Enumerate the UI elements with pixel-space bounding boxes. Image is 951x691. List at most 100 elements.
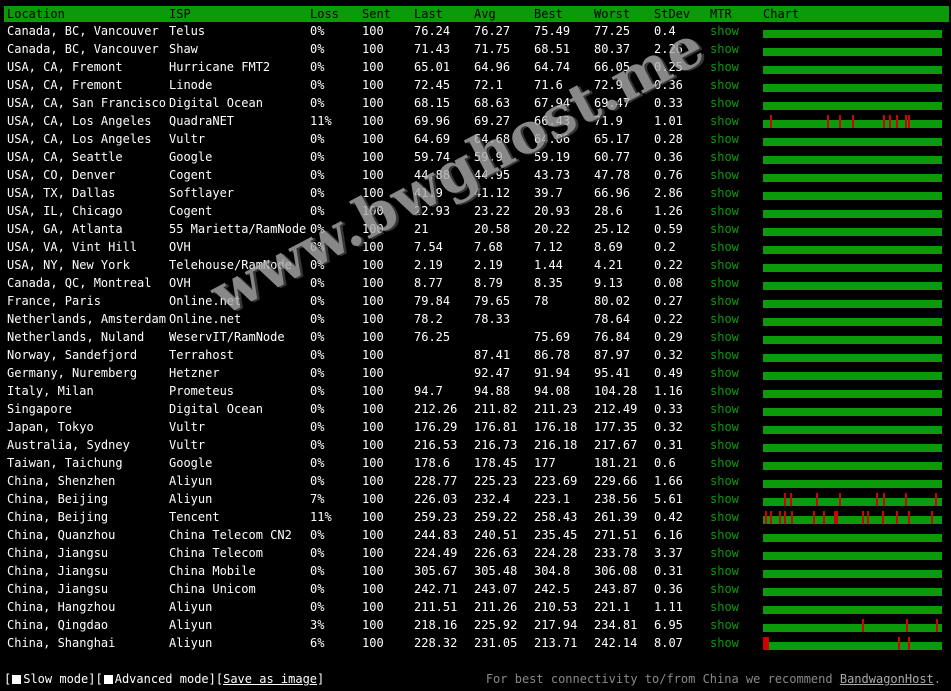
cell-loss: 3%	[310, 618, 325, 632]
mtr-show-link[interactable]: show	[710, 528, 739, 542]
cell-avg: 69.27	[474, 114, 511, 128]
mtr-show-link[interactable]: show	[710, 564, 739, 578]
cell-avg: 211.82	[474, 402, 518, 416]
mtr-show-link[interactable]: show	[710, 348, 739, 362]
mtr-show-link[interactable]: show	[710, 294, 739, 308]
mtr-show-link[interactable]: show	[710, 276, 739, 290]
cell-best: 224.28	[534, 546, 578, 560]
table-row: France, Paris Online.net 0% 100 79.84 79.65 78…	[4, 292, 949, 310]
mtr-show-link[interactable]: show	[710, 186, 739, 200]
mtr-show-link[interactable]: show	[710, 582, 739, 596]
mtr-show-link[interactable]: show	[710, 204, 739, 218]
chart-bar	[763, 390, 942, 398]
chart-bar	[763, 570, 942, 578]
cell-worst: 66.96	[594, 186, 631, 200]
cell-loss: 0%	[310, 402, 325, 416]
table-row: USA, VA, Vint Hill OVH 0% 100 7.54 7.68 7.12 8.…	[4, 238, 949, 256]
cell-last: 8.77	[414, 276, 443, 290]
cell-location: Netherlands, Amsterdam	[7, 312, 166, 326]
mtr-show-link[interactable]: show	[710, 132, 739, 146]
cell-location: USA, CA, Los Angeles	[7, 132, 152, 146]
cell-worst: 234.81	[594, 618, 638, 632]
cell-best: 67.94	[534, 96, 571, 110]
cell-worst: 242.14	[594, 636, 638, 650]
mtr-show-link[interactable]: show	[710, 312, 739, 326]
chart-bar	[763, 102, 942, 110]
mtr-show-link[interactable]: show	[710, 636, 739, 650]
mtr-show-link[interactable]: show	[710, 114, 739, 128]
cell-stdev: 0.33	[654, 402, 683, 416]
results-table: Location ISP Loss Sent Last Avg Best Wor…	[4, 6, 949, 652]
cell-stdev: 0.31	[654, 564, 683, 578]
cell-stdev: 0.49	[654, 366, 683, 380]
cell-avg: 71.75	[474, 42, 511, 56]
mtr-show-link[interactable]: show	[710, 618, 739, 632]
mtr-show-link[interactable]: show	[710, 42, 739, 56]
cell-loss: 0%	[310, 186, 325, 200]
mtr-show-link[interactable]: show	[710, 510, 739, 524]
save-as-image-link[interactable]: Save as image	[223, 672, 317, 686]
mtr-show-link[interactable]: show	[710, 60, 739, 74]
mtr-show-link[interactable]: show	[710, 600, 739, 614]
bandwagonhost-link[interactable]: BandwagonHost	[840, 672, 934, 686]
chart-bar	[763, 138, 942, 146]
cell-worst: 229.66	[594, 474, 638, 488]
loss-spike	[908, 637, 911, 650]
cell-avg: 226.63	[474, 546, 518, 560]
cell-best: 242.5	[534, 582, 571, 596]
mtr-show-link[interactable]: show	[710, 150, 739, 164]
mtr-show-link[interactable]: show	[710, 78, 739, 92]
cell-last: 76.24	[414, 24, 451, 38]
chart-bar	[763, 30, 942, 38]
mtr-show-link[interactable]: show	[710, 96, 739, 110]
header-avg: Avg	[474, 7, 496, 21]
cell-location: USA, GA, Atlanta	[7, 222, 123, 236]
cell-worst: 212.49	[594, 402, 638, 416]
cell-location: Taiwan, Taichung	[7, 456, 123, 470]
cell-stdev: 0.36	[654, 582, 683, 596]
mtr-show-link[interactable]: show	[710, 438, 739, 452]
mtr-show-link[interactable]: show	[710, 420, 739, 434]
advanced-mode-label[interactable]: Advanced mode	[115, 672, 209, 686]
table-row: USA, CA, Los Angeles Vultr 0% 100 64.69 64.68…	[4, 130, 949, 148]
slow-mode-checkbox[interactable]	[12, 675, 22, 684]
mtr-show-link[interactable]: show	[710, 546, 739, 560]
cell-avg: 72.1	[474, 78, 503, 92]
cell-isp: Linode	[169, 78, 213, 92]
mtr-show-link[interactable]: show	[710, 330, 739, 344]
cell-location: USA, IL, Chicago	[7, 204, 123, 218]
mtr-show-link[interactable]: show	[710, 492, 739, 506]
cell-isp: Prometeus	[169, 384, 235, 398]
loss-spike	[778, 511, 781, 524]
cell-loss: 0%	[310, 240, 325, 254]
mtr-show-link[interactable]: show	[710, 402, 739, 416]
table-row: Germany, Nuremberg Hetzner 0% 100 92.47 91.94…	[4, 364, 949, 382]
mtr-show-link[interactable]: show	[710, 366, 739, 380]
advanced-mode-checkbox[interactable]	[103, 675, 113, 684]
mtr-show-link[interactable]: show	[710, 474, 739, 488]
chart-bar	[763, 354, 942, 362]
cell-sent: 100	[362, 582, 384, 596]
table-row: Japan, Tokyo Vultr 0% 100 176.29 176.81 176.18…	[4, 418, 949, 436]
mtr-show-link[interactable]: show	[710, 168, 739, 182]
mtr-show-link[interactable]: show	[710, 384, 739, 398]
mtr-show-link[interactable]: show	[710, 240, 739, 254]
cell-last: 178.6	[414, 456, 451, 470]
table-row: China, Jiangsu China Telecom 0% 100 224.49 22…	[4, 544, 949, 562]
cell-sent: 100	[362, 474, 384, 488]
cell-sent: 100	[362, 114, 384, 128]
cell-avg: 7.68	[474, 240, 503, 254]
cell-isp: Telus	[169, 24, 206, 38]
table-row: Netherlands, Nuland WeservIT/RamNode 0% 100…	[4, 328, 949, 346]
cell-best: 64.74	[534, 60, 571, 74]
mtr-show-link[interactable]: show	[710, 222, 739, 236]
mtr-show-link[interactable]: show	[710, 456, 739, 470]
chart-bar	[763, 408, 942, 416]
slow-mode-label[interactable]: Slow mode	[23, 672, 88, 686]
loss-spike	[888, 115, 891, 128]
mtr-show-link[interactable]: show	[710, 24, 739, 38]
cell-location: China, Shenzhen	[7, 474, 116, 488]
mtr-show-link[interactable]: show	[710, 258, 739, 272]
cell-loss: 0%	[310, 564, 325, 578]
cell-sent: 100	[362, 384, 384, 398]
